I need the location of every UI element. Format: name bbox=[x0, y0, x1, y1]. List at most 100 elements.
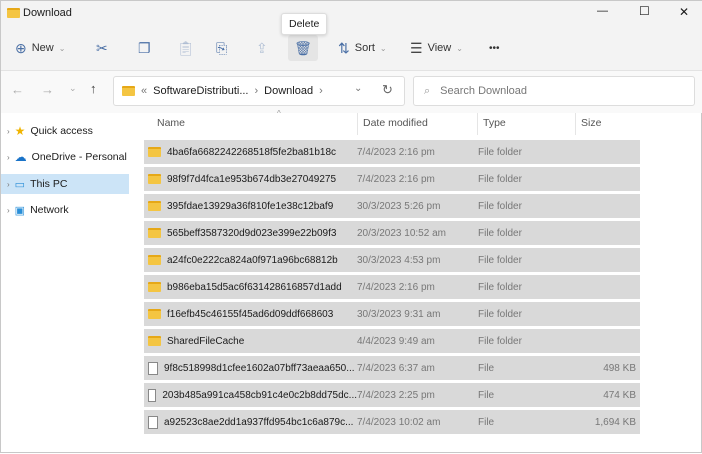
file-name: SharedFileCache bbox=[167, 335, 245, 347]
breadcrumb-separator[interactable]: › bbox=[255, 85, 259, 97]
sort-icon: ⇅ bbox=[338, 39, 350, 56]
date-modified: 20/3/2023 10:52 am bbox=[357, 227, 446, 239]
sidebar-item-this-pc[interactable]: › ▭ This PC bbox=[1, 174, 129, 194]
folder-icon bbox=[148, 255, 161, 265]
breadcrumb-separator[interactable]: › bbox=[319, 85, 323, 97]
date-modified: 4/4/2023 9:49 am bbox=[357, 335, 435, 347]
new-label: New bbox=[31, 42, 54, 54]
chevron-down-icon: ⌄ bbox=[456, 43, 463, 53]
chevron-right-icon: › bbox=[7, 126, 10, 136]
rename-button[interactable]: ⎘ bbox=[216, 35, 227, 61]
file-type: File bbox=[478, 362, 495, 374]
date-modified: 7/4/2023 2:16 pm bbox=[357, 146, 435, 158]
address-dropdown-icon[interactable]: ⌄ bbox=[354, 83, 362, 94]
breadcrumb-softwaredistribution[interactable]: SoftwareDistributi... bbox=[153, 85, 248, 97]
file-name-cell: a92523c8ae2dd1a937ffd954bc1c6a879c... bbox=[144, 415, 357, 429]
paste-icon: 📋︎ bbox=[177, 39, 195, 56]
delete-button[interactable]: 🗑︎ bbox=[288, 35, 318, 61]
maximize-button[interactable]: ☐ bbox=[639, 4, 650, 18]
recent-locations-button[interactable]: ⌄ bbox=[69, 83, 77, 94]
date-modified: 7/4/2023 10:02 am bbox=[357, 416, 441, 428]
file-row[interactable]: 98f9f7d4fca1e953b674db3e27049275 7/4/2023… bbox=[144, 167, 640, 191]
search-input[interactable]: Search Download bbox=[440, 85, 527, 97]
column-header-type[interactable]: Type bbox=[483, 117, 506, 129]
file-row[interactable]: a24fc0e222ca824a0f971a96bc68812b 30/3/202… bbox=[144, 248, 640, 272]
chevron-down-icon: ⌄ bbox=[58, 43, 66, 53]
view-button[interactable]: ☰ View ⌄ bbox=[410, 35, 463, 61]
delete-tooltip: Delete bbox=[281, 13, 328, 35]
column-divider bbox=[477, 113, 478, 135]
share-icon: ⇪ bbox=[256, 39, 268, 56]
file-row[interactable]: 395fdae13929a36f810fe1e38c12baf9 30/3/202… bbox=[144, 194, 640, 218]
file-name-cell: 9f8c518998d1cfee1602a07bff73aeaa650... bbox=[144, 361, 357, 375]
file-name-cell: 395fdae13929a36f810fe1e38c12baf9 bbox=[144, 201, 357, 212]
up-button[interactable]: ↑ bbox=[90, 81, 97, 96]
network-icon: ▣ bbox=[14, 204, 26, 217]
file-size: 1,694 KB bbox=[594, 416, 636, 428]
file-row[interactable]: 4ba6fa6682242268518f5fe2ba81b18c 7/4/2023… bbox=[144, 140, 640, 164]
file-name: 395fdae13929a36f810fe1e38c12baf9 bbox=[167, 200, 334, 212]
sort-ascending-icon: ^ bbox=[277, 109, 281, 118]
cut-button[interactable]: ✂ bbox=[96, 35, 108, 61]
sidebar-item-quick-access[interactable]: › ★ Quick access bbox=[1, 121, 129, 141]
search-box[interactable]: ⌕ Search Download bbox=[413, 76, 695, 106]
file-name: 98f9f7d4fca1e953b674db3e27049275 bbox=[167, 173, 337, 185]
column-header-name[interactable]: Name bbox=[157, 117, 185, 129]
file-row[interactable]: 203b485a991ca458cb91c4e0c2b8dd75dc... 7/4… bbox=[144, 383, 640, 407]
share-button[interactable]: ⇪ bbox=[256, 35, 268, 61]
file-name-cell: 98f9f7d4fca1e953b674db3e27049275 bbox=[144, 174, 357, 185]
file-name: 565beff3587320d9d023e399e22b09f3 bbox=[167, 227, 337, 239]
close-button[interactable]: ✕ bbox=[679, 5, 689, 19]
breadcrumb-download[interactable]: Download bbox=[264, 85, 313, 97]
cloud-icon: ☁ bbox=[14, 150, 27, 164]
folder-icon bbox=[148, 174, 161, 184]
minimize-button[interactable]: — bbox=[597, 5, 608, 17]
file-type: File folder bbox=[478, 335, 522, 347]
column-header-date[interactable]: Date modified bbox=[363, 117, 428, 129]
back-button[interactable]: ← bbox=[11, 82, 24, 97]
file-row[interactable]: SharedFileCache 4/4/2023 9:49 am File fold… bbox=[144, 329, 640, 353]
file-row[interactable]: 565beff3587320d9d023e399e22b09f3 20/3/202… bbox=[144, 221, 640, 245]
column-header-size[interactable]: Size bbox=[581, 117, 601, 129]
paste-button[interactable]: 📋︎ bbox=[177, 35, 195, 61]
chevron-down-icon: ⌄ bbox=[379, 43, 387, 53]
sidebar-item-label: Network bbox=[30, 204, 69, 216]
trash-icon: 🗑︎ bbox=[294, 39, 312, 56]
sidebar-item-network[interactable]: › ▣ Network bbox=[1, 200, 129, 220]
scissors-icon: ✂ bbox=[96, 39, 108, 56]
forward-button[interactable]: → bbox=[41, 82, 54, 97]
folder-icon bbox=[7, 8, 20, 18]
folder-icon bbox=[148, 147, 161, 157]
file-type: File folder bbox=[478, 227, 522, 239]
folder-icon bbox=[148, 336, 161, 346]
refresh-icon[interactable]: ↻ bbox=[382, 82, 393, 98]
address-bar[interactable]: « SoftwareDistributi... › Download › ⌄ ↻ bbox=[113, 76, 405, 106]
file-name-cell: a24fc0e222ca824a0f971a96bc68812b bbox=[144, 255, 357, 266]
navigation-pane: › ★ Quick access › ☁ OneDrive - Personal › ▭ T… bbox=[1, 113, 131, 454]
file-row[interactable]: f16efb45c46155f45ad6d09ddf668603 30/3/202… bbox=[144, 302, 640, 326]
file-row[interactable]: 9f8c518998d1cfee1602a07bff73aeaa650... 7/… bbox=[144, 356, 640, 380]
sort-button[interactable]: ⇅ Sort ⌄ bbox=[338, 35, 387, 61]
file-type: File folder bbox=[478, 254, 522, 266]
date-modified: 30/3/2023 4:53 pm bbox=[357, 254, 441, 266]
column-divider bbox=[357, 113, 358, 135]
new-button[interactable]: ⊕ New ⌄ bbox=[15, 35, 65, 61]
file-row[interactable]: b986eba15d5ac6f631428616857d1add 7/4/2023… bbox=[144, 275, 640, 299]
column-divider bbox=[575, 113, 576, 135]
sidebar-item-label: Quick access bbox=[30, 125, 93, 137]
chevron-right-icon: › bbox=[7, 152, 10, 162]
copy-button[interactable]: ❐ bbox=[138, 35, 151, 61]
file-row[interactable]: a92523c8ae2dd1a937ffd954bc1c6a879c... 7/4… bbox=[144, 410, 640, 434]
folder-icon bbox=[148, 282, 161, 292]
breadcrumb-overflow[interactable]: « bbox=[141, 85, 147, 97]
file-icon bbox=[148, 388, 157, 402]
folder-icon bbox=[148, 228, 161, 238]
sidebar-item-onedrive[interactable]: › ☁ OneDrive - Personal bbox=[1, 147, 129, 167]
more-options-button[interactable]: ••• bbox=[489, 35, 500, 61]
file-name: a24fc0e222ca824a0f971a96bc68812b bbox=[167, 254, 338, 266]
folder-icon bbox=[148, 309, 161, 319]
file-name-cell: SharedFileCache bbox=[144, 336, 357, 347]
rename-icon: ⎘ bbox=[216, 39, 228, 56]
file-type: File folder bbox=[478, 281, 522, 293]
chevron-right-icon: › bbox=[7, 179, 10, 189]
